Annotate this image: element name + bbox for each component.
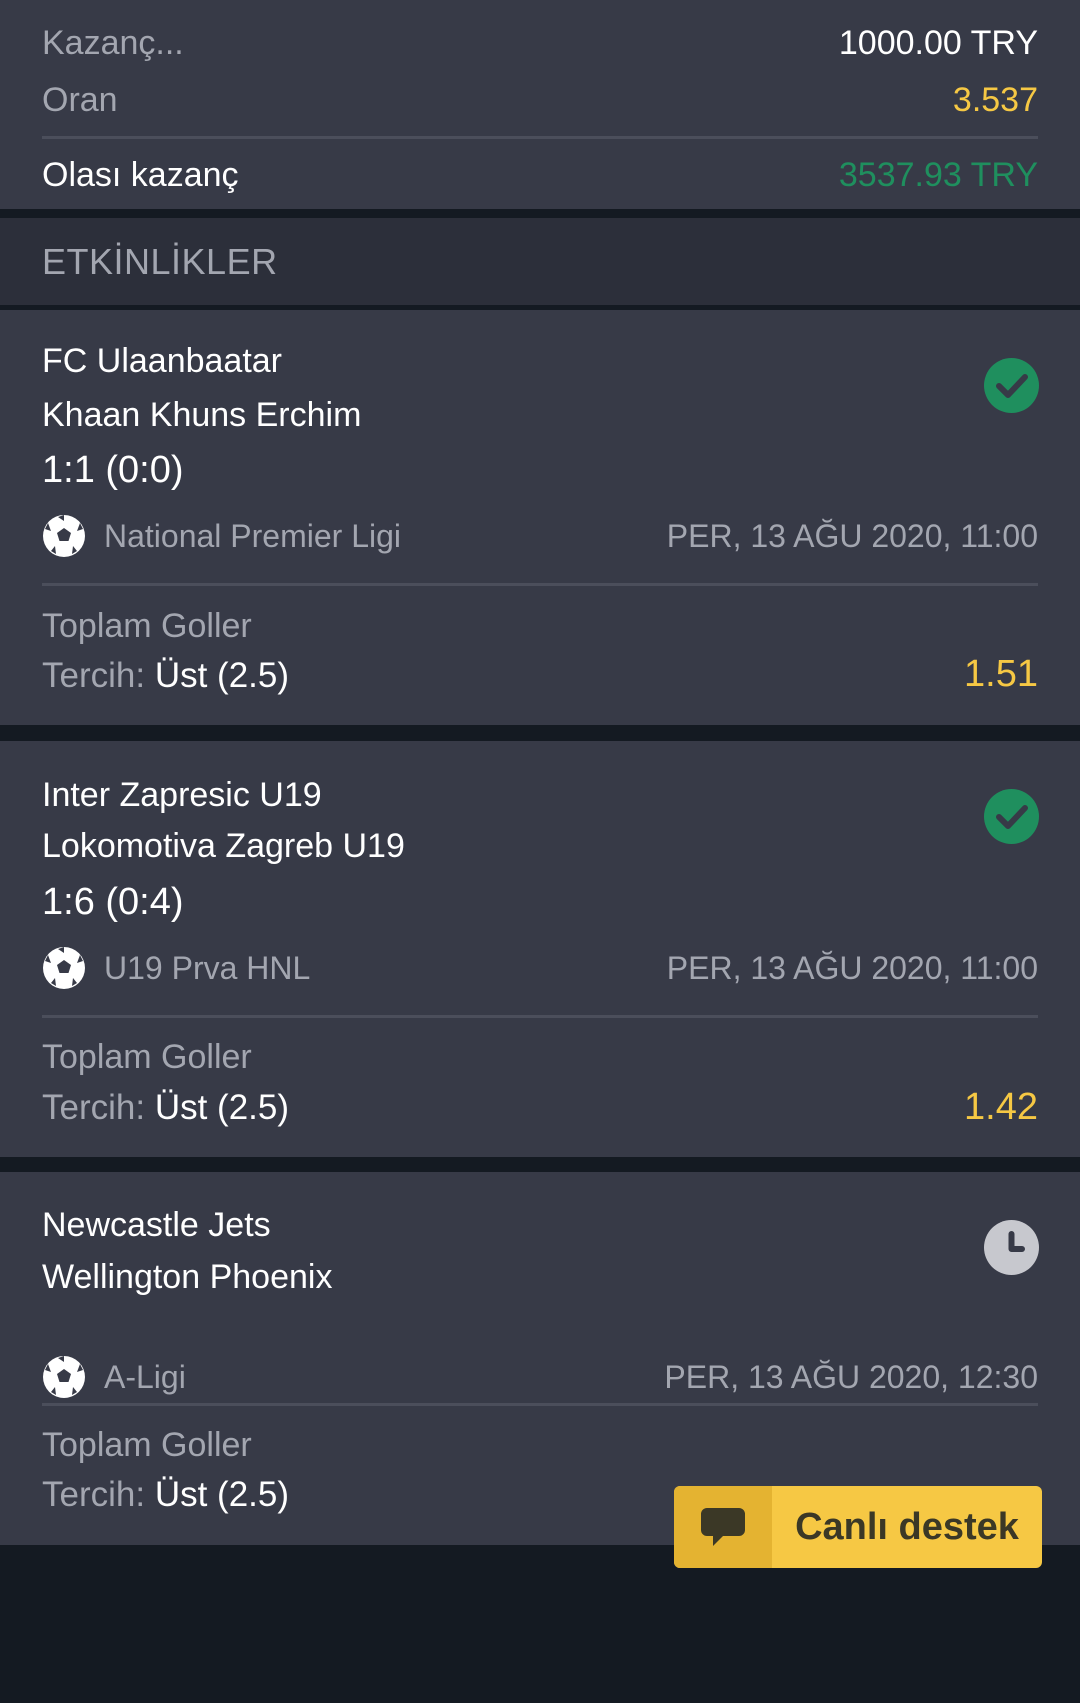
soccer-ball-icon	[43, 1356, 85, 1398]
total-odds-label: Oran	[42, 80, 118, 119]
clock-icon	[984, 1220, 1039, 1275]
away-team: Lokomotiva Zagreb U19	[42, 827, 405, 865]
section-title: ETKİNLİKLER	[42, 240, 278, 282]
event-meta: U19 Prva HNL PER, 13 AĞU 2020, 11:00	[42, 945, 1038, 991]
page-bottom-area	[0, 1545, 1080, 1703]
home-team: FC Ulaanbaatar	[42, 342, 283, 380]
bet-slip-page: Kazanç... 1000.00 TRY Oran 3.537 Olası k…	[0, 0, 1080, 1703]
live-support-label: Canlı destek	[795, 1505, 1019, 1548]
home-team: Newcastle Jets	[42, 1206, 271, 1244]
league-name: A-Ligi	[104, 1358, 186, 1395]
selection-label: Tercih:	[42, 1475, 146, 1514]
live-support-button[interactable]: Canlı destek	[674, 1486, 1042, 1568]
soccer-ball-icon	[43, 947, 85, 989]
market-name: Toplam Goller	[42, 1038, 252, 1076]
divider	[42, 1015, 1038, 1018]
away-team: Wellington Phoenix	[42, 1258, 333, 1296]
potential-win-row: Olası kazanç 3537.93 TRY	[42, 152, 1038, 198]
stake-value: 1000.00 TRY	[838, 23, 1038, 62]
market-name: Toplam Goller	[42, 607, 252, 645]
stake-label: Kazanç...	[42, 23, 184, 62]
selection-label: Tercih:	[42, 656, 146, 695]
soccer-ball-icon	[43, 515, 85, 557]
selection: Tercih: Üst (2.5)	[42, 1088, 289, 1128]
chat-bubble-icon	[674, 1486, 772, 1568]
odds-row: Oran 3.537	[42, 77, 1038, 123]
check-circle-icon	[984, 358, 1039, 413]
stake-row: Kazanç... 1000.00 TRY	[42, 20, 1038, 66]
event-date: PER, 13 AĞU 2020, 11:00	[666, 949, 1038, 986]
selection: Tercih: Üst (2.5)	[42, 656, 289, 696]
selection: Tercih: Üst (2.5)	[42, 1475, 289, 1515]
event-meta: National Premier Ligi PER, 13 AĞU 2020, …	[42, 513, 1038, 559]
selection-value: Üst (2.5)	[154, 1475, 290, 1514]
match-score: 1:6 (0:4)	[42, 881, 184, 923]
potential-win-label: Olası kazanç	[42, 155, 239, 194]
event-date: PER, 13 AĞU 2020, 11:00	[666, 517, 1038, 554]
events-section-header: ETKİNLİKLER	[0, 218, 1080, 305]
selection-odd: 1.42	[964, 1086, 1038, 1128]
event-card[interactable]: Inter Zapresic U19 Lokomotiva Zagreb U19…	[0, 741, 1080, 1157]
potential-win-value: 3537.93 TRY	[838, 155, 1038, 194]
selection-label: Tercih:	[42, 1088, 146, 1127]
league-name: U19 Prva HNL	[104, 949, 311, 986]
bet-summary: Kazanç... 1000.00 TRY Oran 3.537 Olası k…	[0, 0, 1080, 209]
selection-odd: 1.51	[964, 653, 1038, 695]
divider	[42, 1403, 1038, 1406]
divider	[42, 136, 1038, 139]
league-name: National Premier Ligi	[104, 517, 402, 554]
selection-value: Üst (2.5)	[154, 656, 290, 695]
total-odds-value: 3.537	[952, 80, 1038, 119]
market-name: Toplam Goller	[42, 1426, 252, 1464]
check-circle-icon	[984, 789, 1039, 844]
selection-value: Üst (2.5)	[154, 1088, 290, 1127]
match-score: 1:1 (0:0)	[42, 449, 184, 491]
event-card[interactable]: FC Ulaanbaatar Khaan Khuns Erchim 1:1 (0…	[0, 310, 1080, 725]
home-team: Inter Zapresic U19	[42, 776, 322, 814]
event-meta: A-Ligi PER, 13 AĞU 2020, 12:30	[42, 1354, 1038, 1400]
away-team: Khaan Khuns Erchim	[42, 396, 362, 434]
divider	[42, 583, 1038, 586]
event-date: PER, 13 AĞU 2020, 12:30	[664, 1358, 1038, 1395]
